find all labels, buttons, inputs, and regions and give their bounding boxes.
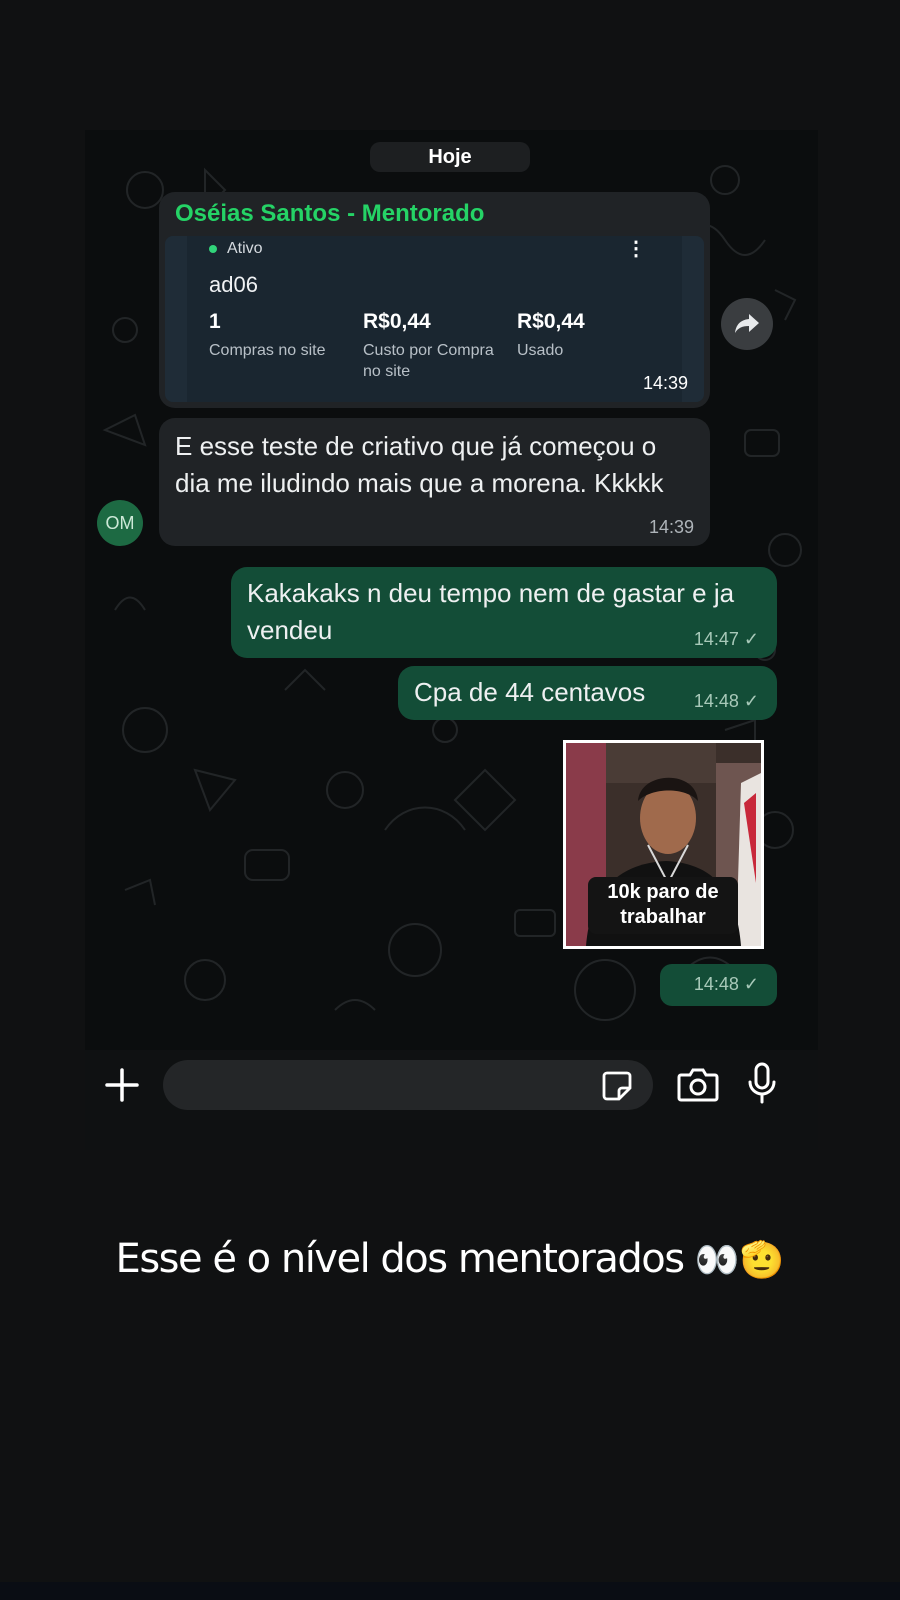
message-text: Kakakaks n deu tempo nem de gastar e ja …	[247, 578, 735, 645]
bottom-bar	[0, 1582, 900, 1600]
ad-status: Ativo	[209, 240, 263, 258]
sent-check-icon: ✓	[743, 629, 759, 649]
sender-name: Oséias Santos - Mentorado	[175, 200, 485, 227]
forward-icon	[735, 314, 759, 333]
metric-label: Usado	[517, 342, 564, 359]
microphone-icon[interactable]	[747, 1062, 777, 1104]
forward-button[interactable]	[721, 298, 773, 350]
message-time: 14:39	[642, 373, 688, 393]
time-label: 14:48	[693, 974, 739, 994]
metric-value: 1	[209, 310, 221, 333]
sticker-icon[interactable]	[601, 1070, 633, 1102]
sticker-time-pill: 14:48 ✓	[660, 964, 777, 1006]
sent-check-icon: ✓	[743, 691, 759, 711]
metric-value: R$0,44	[363, 310, 431, 333]
outgoing-message[interactable]: Cpa de 44 centavos 14:48 ✓	[398, 666, 777, 720]
sticker-image[interactable]: 10k paro de trabalhar	[563, 740, 764, 949]
sent-check-icon: ✓	[743, 974, 759, 994]
message-input[interactable]	[163, 1060, 653, 1110]
avatar[interactable]: OM	[97, 500, 143, 546]
message-time: 14:47 ✓	[694, 629, 759, 650]
forwarded-ad-message[interactable]: Oséias Santos - Mentorado Ativo ⋮ ad06 1…	[159, 192, 710, 408]
message-input-bar	[85, 1050, 818, 1150]
message-time: 14:48 ✓	[694, 974, 759, 995]
ad-name: ad06	[209, 272, 258, 297]
time-label: 14:47	[693, 629, 739, 649]
outgoing-message[interactable]: Kakakaks n deu tempo nem de gastar e ja …	[231, 567, 777, 658]
message-time: 14:48 ✓	[694, 691, 759, 712]
metric-value: R$0,44	[517, 310, 585, 333]
metric-label: Compras no site	[209, 342, 326, 359]
message-text: E esse teste de criativo que já começou …	[175, 431, 664, 498]
date-divider: Hoje	[370, 142, 530, 172]
metric-spent: R$0,44 Usado	[517, 310, 585, 361]
sticker-caption: 10k paro de trabalhar	[588, 877, 738, 934]
plus-icon[interactable]	[105, 1068, 139, 1102]
ad-status-label: Ativo	[227, 240, 263, 257]
story-caption: Esse é o nível dos mentorados 👀🫡	[0, 1236, 900, 1282]
card-edge-left	[165, 236, 187, 402]
time-label: 14:48	[693, 691, 739, 711]
chat-screenshot: Hoje Oséias Santos - Mentorado Ativo ⋮ a…	[85, 130, 818, 1050]
caption-text: Esse é o nível dos mentorados	[115, 1236, 686, 1282]
more-options-icon: ⋮	[626, 238, 646, 260]
metric-label: Custo por Compra no site	[363, 342, 494, 380]
camera-icon[interactable]	[677, 1066, 719, 1102]
metric-cost-per-purchase: R$0,44 Custo por Compra no site	[363, 310, 513, 382]
metric-purchases: 1 Compras no site	[209, 310, 326, 361]
eyes-salute-emoji: 👀🫡	[694, 1240, 785, 1281]
incoming-message[interactable]: E esse teste de criativo que já começou …	[159, 418, 710, 546]
ad-screenshot-card: Ativo ⋮ ad06 1 Compras no site R$0,44 Cu…	[165, 236, 704, 402]
status-dot-icon	[209, 244, 217, 253]
message-time: 14:39	[648, 517, 694, 537]
